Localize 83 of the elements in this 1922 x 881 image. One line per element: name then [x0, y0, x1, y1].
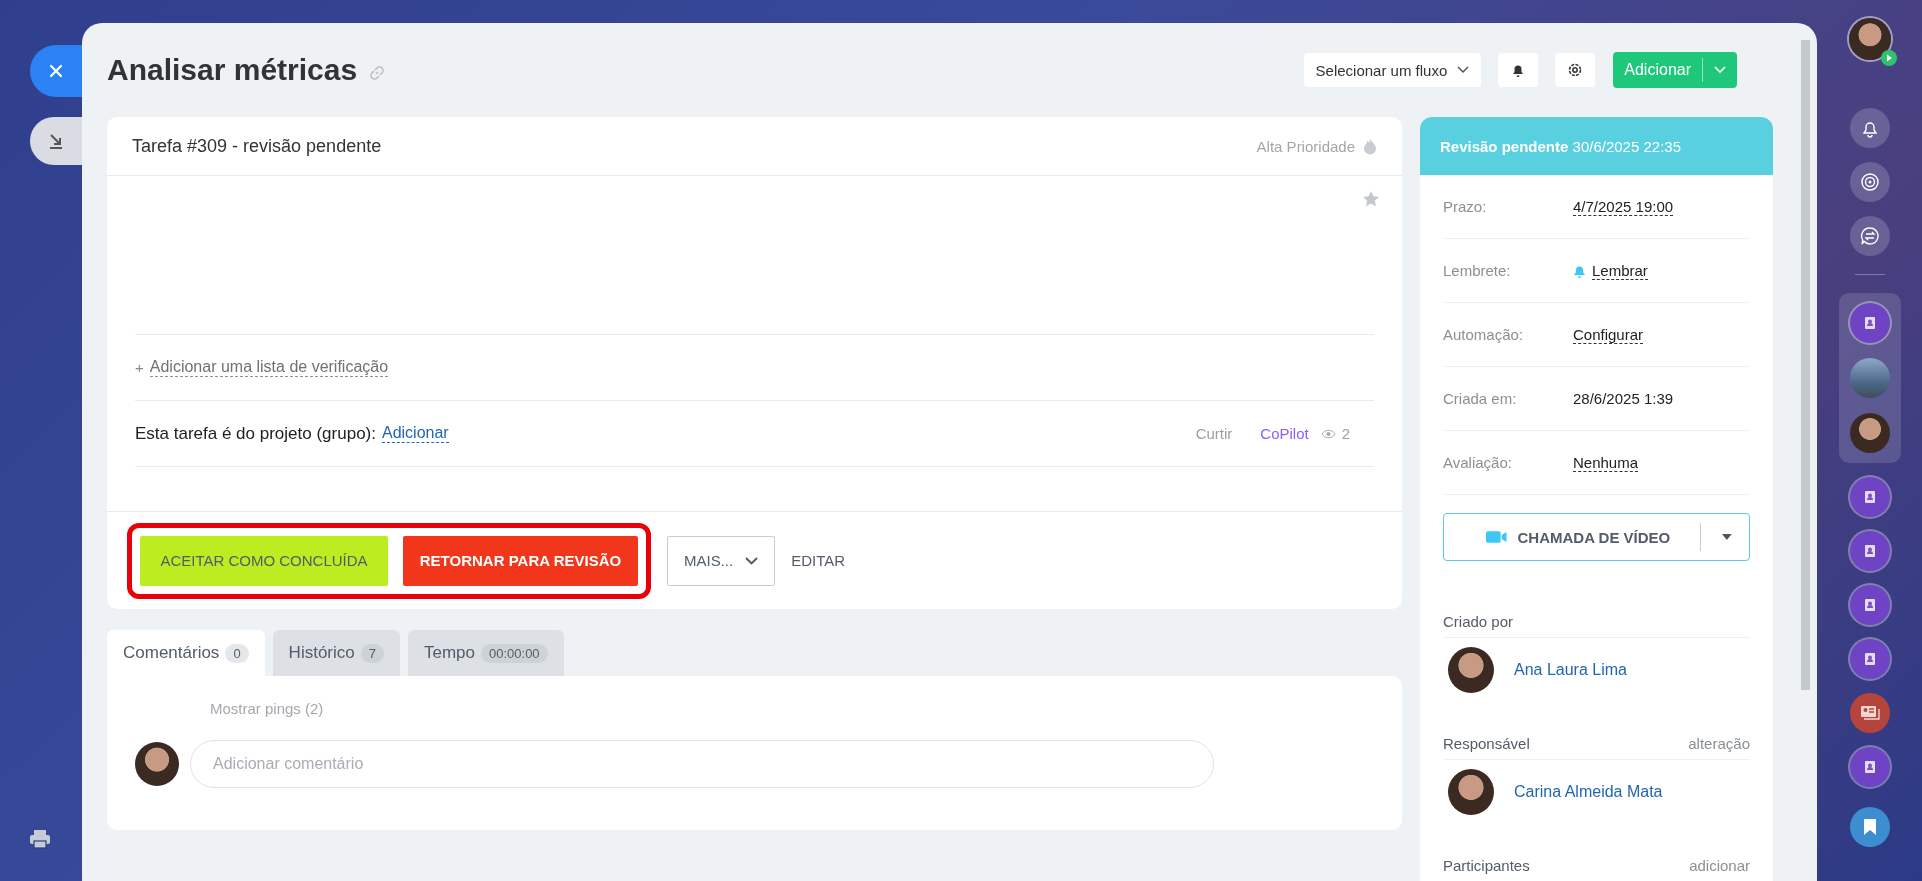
contact-book-icon: [1862, 490, 1877, 504]
tab-count: 00:00:00: [481, 643, 548, 663]
contact-book-button[interactable]: [1849, 747, 1890, 787]
minimize-button[interactable]: [30, 117, 82, 165]
person-link[interactable]: Ana Laura Lima: [1514, 661, 1627, 679]
chat-button[interactable]: [1849, 216, 1890, 256]
field-value-link[interactable]: Configurar: [1573, 325, 1644, 344]
bookmark-icon: [1862, 818, 1877, 836]
chat-arrows-icon: [1859, 226, 1880, 246]
field-label: Avaliação:: [1443, 454, 1513, 471]
copilot-link[interactable]: CoPilot: [1260, 425, 1309, 442]
caret-down-icon[interactable]: [1721, 533, 1733, 541]
play-badge-icon: [1880, 50, 1897, 66]
field-value: 28/6/2025 1:39: [1573, 390, 1674, 407]
project-label: Esta tarefa é do projeto (grupo):: [135, 423, 376, 444]
contact-book-button[interactable]: [1849, 531, 1890, 571]
eye-icon: [1320, 428, 1336, 439]
arrow-down-tray-icon: [47, 132, 65, 150]
field-value-link[interactable]: Nenhuma: [1573, 453, 1639, 472]
notifications-button[interactable]: [1849, 108, 1890, 148]
contact-book-icon: [1862, 760, 1877, 774]
photo-placeholder[interactable]: [1849, 358, 1890, 398]
chevron-down-icon: [1457, 66, 1470, 74]
accept-button[interactable]: ACEITAR COMO CONCLUÍDA: [140, 535, 388, 586]
section-title: Responsável: [1443, 734, 1530, 752]
add-checklist-link[interactable]: Adicionar uma lista de verificação: [149, 358, 389, 377]
field-label: Automação:: [1443, 326, 1525, 343]
scrollbar[interactable]: [1801, 40, 1810, 690]
spiral-icon: [1859, 172, 1880, 192]
section-title: Participantes: [1443, 856, 1530, 874]
edit-button[interactable]: EDITAR: [775, 535, 862, 586]
section-title: Criado por: [1443, 612, 1514, 630]
chevron-down-icon: [1714, 66, 1726, 74]
field-value-link[interactable]: Lembrar: [1592, 261, 1648, 280]
notifications-button[interactable]: [1498, 53, 1539, 87]
contact-card-button[interactable]: [1849, 693, 1890, 733]
person-link[interactable]: Carina Almeida Mata: [1514, 783, 1663, 801]
tab-count: 0: [225, 643, 249, 663]
avatar: [135, 742, 179, 786]
flow-select[interactable]: Selecionar um fluxo: [1303, 53, 1482, 87]
task-title: Analisar métricas: [107, 53, 358, 87]
field-label: Lembrete:: [1443, 262, 1512, 279]
contact-book-icon: [1862, 544, 1877, 558]
video-camera-icon: [1486, 530, 1508, 544]
field-label: Criada em:: [1443, 390, 1518, 407]
contact-book-button[interactable]: [1849, 477, 1890, 517]
avatar: [1448, 647, 1494, 693]
tab[interactable]: Histórico 7: [272, 630, 400, 676]
video-call-button[interactable]: CHAMADA DE VÍDEO: [1443, 513, 1750, 561]
return-button[interactable]: RETORNAR PARA REVISÃO: [403, 535, 638, 586]
video-call-label: CHAMADA DE VÍDEO: [1517, 528, 1671, 546]
plus-sign: +: [135, 359, 144, 376]
star-icon[interactable]: [1362, 190, 1380, 208]
printer-icon[interactable]: [29, 829, 51, 849]
section-action-link[interactable]: adicionar: [1689, 856, 1750, 874]
add-project-link[interactable]: Adicionar: [382, 424, 449, 443]
contact-book-button[interactable]: [1849, 585, 1890, 625]
copilot-button[interactable]: [1849, 162, 1890, 202]
contact-card-icon: [1859, 705, 1880, 721]
contact-book-icon: [1862, 316, 1877, 330]
avatar: [1448, 769, 1494, 815]
avatar[interactable]: [1849, 413, 1890, 453]
section-action-link[interactable]: alteração: [1688, 734, 1750, 752]
close-button[interactable]: [30, 45, 82, 97]
view-count: 2: [1341, 425, 1350, 442]
tab[interactable]: Comentários 0: [107, 630, 265, 676]
chevron-down-icon: [745, 556, 759, 565]
contact-book-icon: [1862, 598, 1877, 612]
field-value-link[interactable]: 4/7/2025 19:00: [1573, 197, 1674, 216]
user-avatar[interactable]: [1848, 18, 1891, 60]
close-icon: [48, 63, 64, 79]
contact-book-button[interactable]: [1849, 303, 1890, 343]
contact-book-button[interactable]: [1849, 639, 1890, 679]
tab-count: 7: [360, 643, 384, 663]
tab[interactable]: Tempo 00:00:00: [407, 630, 564, 676]
more-button[interactable]: MAIS...: [667, 535, 776, 586]
task-heading: Tarefa #309 - revisão pendente: [132, 135, 382, 157]
status-text: Revisão pendente 30/6/2025 22:35: [1440, 137, 1681, 155]
field-label: Prazo:: [1443, 198, 1488, 215]
contact-book-icon: [1862, 652, 1877, 666]
comment-field[interactable]: Adicionar comentário: [190, 740, 1214, 788]
bookmark-button[interactable]: [1849, 807, 1890, 847]
settings-button[interactable]: [1555, 53, 1596, 87]
